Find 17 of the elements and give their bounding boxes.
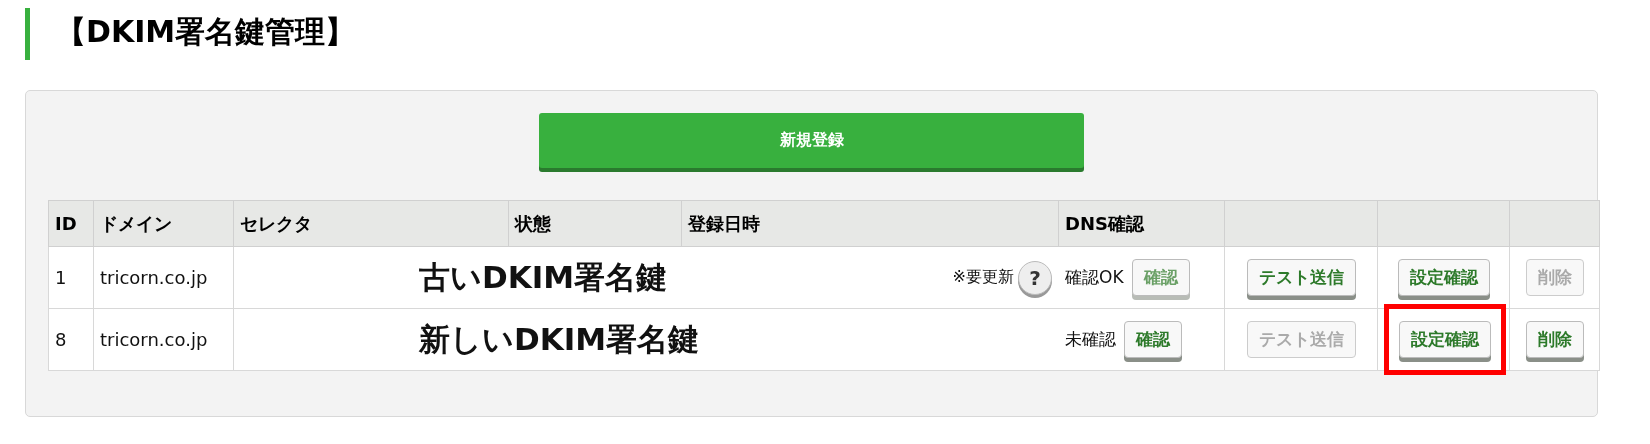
column-header: ID: [55, 213, 77, 234]
column-header: DNS確認: [1065, 212, 1144, 234]
help-button[interactable]: ?: [1018, 260, 1052, 295]
column-header: 登録日時: [688, 212, 760, 234]
domain-cell: tricorn.co.jp: [100, 329, 208, 350]
column-header: 状態: [515, 212, 551, 234]
page-title: 【DKIM署名鍵管理】: [25, 8, 1650, 60]
column-header: ドメイン: [100, 212, 172, 234]
id-cell: 1: [55, 267, 67, 288]
annotation-label: 新しいDKIM署名鍵: [419, 320, 700, 359]
annotation-label: 古いDKIM署名鍵: [419, 258, 668, 297]
update-note: ※要更新: [952, 267, 1014, 288]
dns-status: 確認OK: [1065, 266, 1124, 289]
column-header: セレクタ: [240, 212, 312, 234]
id-cell: 8: [55, 329, 67, 350]
domain-cell: tricorn.co.jp: [100, 267, 208, 288]
dns-status: 未確認: [1065, 328, 1116, 351]
